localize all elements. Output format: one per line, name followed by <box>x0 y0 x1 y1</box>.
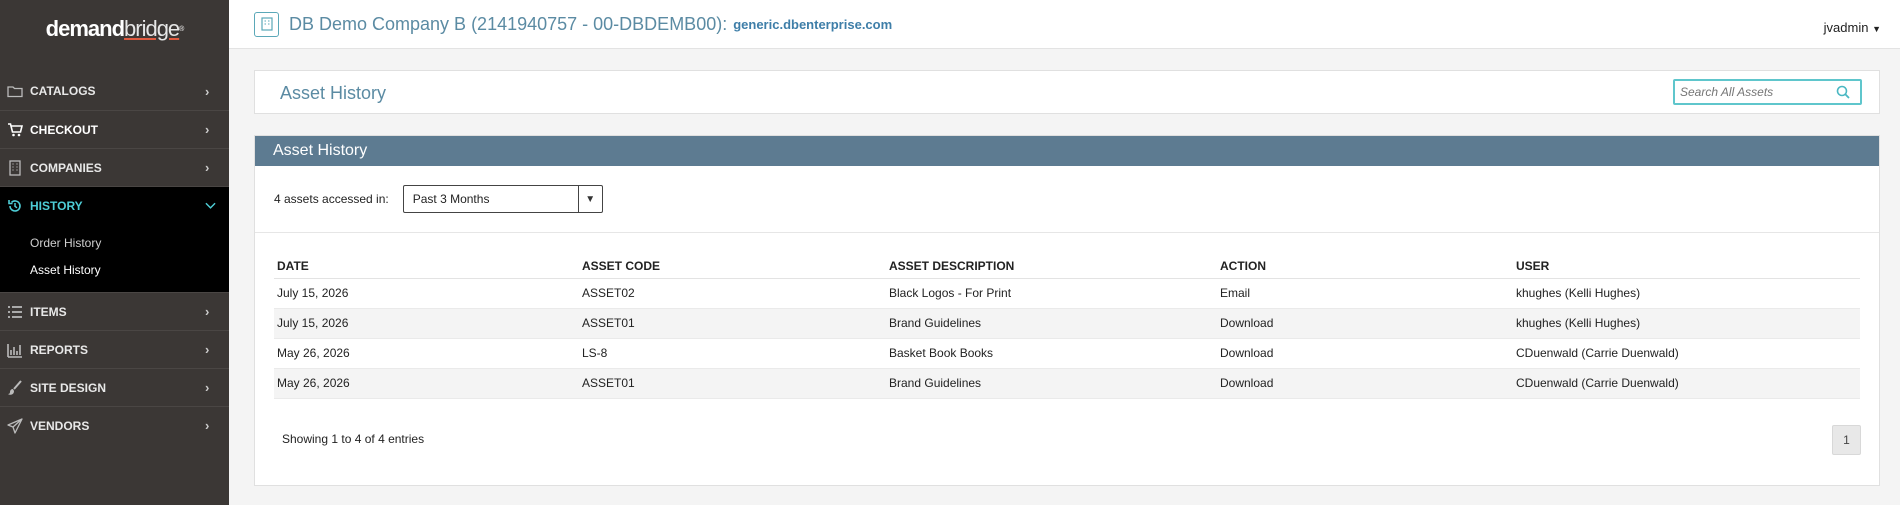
chevron-right-icon: › <box>205 380 210 395</box>
chevron-right-icon: › <box>205 122 210 137</box>
cell-action: Download <box>1217 368 1513 399</box>
sidebar-item-checkout[interactable]: CHECKOUT › <box>0 110 229 148</box>
cell-asset-description: Basket Book Books <box>886 338 1217 369</box>
company-domain-link[interactable]: generic.dbenterprise.com <box>733 17 892 32</box>
building-icon <box>0 159 30 176</box>
period-select-value: Past 3 Months <box>412 192 490 206</box>
logo-text-part1: demand <box>45 16 125 41</box>
column-header-asset-description[interactable]: ASSET DESCRIPTION <box>886 255 1217 279</box>
sidebar-item-history[interactable]: HISTORY <box>0 186 229 224</box>
cell-action: Download <box>1217 308 1513 339</box>
chevron-right-icon: › <box>205 418 210 433</box>
sidebar-item-label: HISTORY <box>30 198 83 213</box>
sidebar-item-vendors[interactable]: VENDORS › <box>0 406 229 444</box>
chevron-right-icon: › <box>205 160 210 175</box>
top-bar: DB Demo Company B (2141940757 - 00-DBDEM… <box>229 0 1900 49</box>
card-heading: Asset History <box>255 136 1879 166</box>
cell-asset-code: LS-8 <box>579 338 886 369</box>
table-row: July 15, 2026 ASSET01 Brand Guidelines D… <box>274 308 1860 339</box>
sidebar: demand bridge ® CATALOGS › CHECKOUT › COMP… <box>0 0 229 505</box>
sidebar-item-label: COMPANIES <box>30 160 102 175</box>
cell-asset-code: ASSET01 <box>579 368 886 399</box>
sidebar-nav: CATALOGS › CHECKOUT › COMPANIES › HISTOR… <box>0 72 229 444</box>
cell-action: Download <box>1217 338 1513 369</box>
user-menu[interactable]: jvadmin ▼ <box>1824 20 1881 35</box>
sidebar-item-label: VENDORS <box>30 418 90 433</box>
chevron-right-icon: › <box>205 83 210 99</box>
table-row: May 26, 2026 LS-8 Basket Book Books Down… <box>274 338 1860 369</box>
list-icon <box>0 304 30 320</box>
sidebar-item-label: CHECKOUT <box>30 122 98 137</box>
column-header-user[interactable]: USER <box>1513 255 1860 279</box>
cell-asset-description: Brand Guidelines <box>886 368 1217 399</box>
chevron-right-icon: › <box>205 304 210 319</box>
logo-text-part2: bridge <box>124 16 180 41</box>
cell-user: CDuenwald (Carrie Duenwald) <box>1513 368 1860 399</box>
search-icon[interactable] <box>1835 84 1851 100</box>
caret-down-icon: ▼ <box>577 186 602 212</box>
user-name: jvadmin <box>1823 20 1869 35</box>
column-header-action[interactable]: ACTION <box>1217 255 1513 279</box>
company-title: DB Demo Company B (2141940757 - 00-DBDEM… <box>289 13 728 34</box>
cell-date: May 26, 2026 <box>274 338 579 369</box>
bar-chart-icon <box>0 342 30 358</box>
sidebar-item-label: REPORTS <box>30 342 89 357</box>
cell-date: May 26, 2026 <box>274 368 579 399</box>
cell-user: CDuenwald (Carrie Duenwald) <box>1513 338 1860 369</box>
cart-icon <box>0 122 30 138</box>
pagination-page-1[interactable]: 1 <box>1832 425 1861 455</box>
sidebar-item-reports[interactable]: REPORTS › <box>0 330 229 368</box>
sidebar-item-label: CATALOGS <box>30 84 96 98</box>
table-row: July 15, 2026 ASSET02 Black Logos - For … <box>274 278 1860 309</box>
submenu-asset-history[interactable]: Asset History <box>0 257 229 284</box>
company-icon <box>254 11 279 37</box>
cell-user: khughes (Kelli Hughes) <box>1513 308 1860 339</box>
cell-action: Email <box>1217 278 1513 309</box>
table-info: Showing 1 to 4 of 4 entries <box>282 432 425 446</box>
search-box <box>1673 79 1862 105</box>
chevron-right-icon: › <box>205 342 210 357</box>
period-select[interactable]: Past 3 Months ▼ <box>402 185 603 213</box>
cell-asset-description: Brand Guidelines <box>886 308 1217 339</box>
asset-history-card: Asset History 4 assets accessed in: Past… <box>254 135 1880 486</box>
sidebar-item-companies[interactable]: COMPANIES › <box>0 148 229 186</box>
search-input[interactable] <box>1675 85 1835 99</box>
column-header-asset-code[interactable]: ASSET CODE <box>579 255 886 279</box>
folder-icon <box>0 83 30 99</box>
page-title-panel: Asset History <box>254 70 1880 114</box>
chevron-down-icon <box>205 198 229 213</box>
logo-registered-mark: ® <box>179 25 184 33</box>
table-row: May 26, 2026 ASSET01 Brand Guidelines Do… <box>274 368 1860 399</box>
brush-icon <box>0 379 30 396</box>
cell-asset-description: Black Logos - For Print <box>886 278 1217 309</box>
table-header-row: DATE ASSET CODE ASSET DESCRIPTION ACTION… <box>274 255 1860 279</box>
sidebar-item-catalogs[interactable]: CATALOGS › <box>0 72 229 110</box>
cell-date: July 15, 2026 <box>274 308 579 339</box>
cell-date: July 15, 2026 <box>274 278 579 309</box>
history-icon <box>0 198 30 214</box>
sidebar-item-label: ITEMS <box>30 304 67 319</box>
sidebar-item-items[interactable]: ITEMS › <box>0 292 229 330</box>
sidebar-item-label: SITE DESIGN <box>30 380 107 395</box>
sidebar-item-site-design[interactable]: SITE DESIGN › <box>0 368 229 406</box>
brand-logo[interactable]: demand bridge ® <box>0 0 229 58</box>
column-header-date[interactable]: DATE <box>274 255 579 279</box>
history-submenu: Order History Asset History <box>0 224 229 292</box>
caret-down-icon: ▼ <box>1872 24 1881 34</box>
paper-plane-icon <box>0 417 30 434</box>
cell-user: khughes (Kelli Hughes) <box>1513 278 1860 309</box>
filter-label: 4 assets accessed in: <box>274 192 389 206</box>
cell-asset-code: ASSET01 <box>579 308 886 339</box>
filter-row: 4 assets accessed in: Past 3 Months ▼ <box>255 166 1879 233</box>
asset-history-table: DATE ASSET CODE ASSET DESCRIPTION ACTION… <box>274 255 1860 399</box>
submenu-order-history[interactable]: Order History <box>0 230 229 257</box>
cell-asset-code: ASSET02 <box>579 278 886 309</box>
page-title: Asset History <box>280 83 387 103</box>
